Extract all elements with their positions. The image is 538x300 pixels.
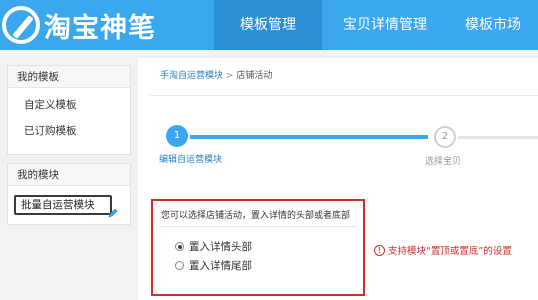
step-1-label: 编辑自运营模块: [159, 155, 223, 165]
edit-pen-icon: [108, 208, 118, 218]
radio-detail-footer[interactable]: [175, 261, 184, 270]
my-modules-panel: 我的模块 批量自运营模块: [7, 163, 131, 225]
nav-template-market[interactable]: 模板市场: [448, 0, 538, 50]
app-logo[interactable]: 淘宝神笔: [2, 4, 156, 46]
hint-note: ! 支持模块“置顶或置底”的设置: [374, 243, 512, 257]
step-2-indicator[interactable]: 2: [434, 126, 456, 148]
logo-text: 淘宝神笔: [44, 12, 156, 44]
my-templates-panel: 我的模板 自定义模板 已订购模板: [7, 65, 131, 155]
pen-logo-icon: [2, 6, 40, 44]
nav-template-management[interactable]: 模板管理: [214, 0, 322, 50]
my-modules-title: 我的模块: [8, 164, 130, 186]
nav-item-detail-management[interactable]: 宝贝详情管理: [322, 0, 448, 50]
breadcrumb: 手淘自运营模块 > 店铺活动: [160, 68, 272, 81]
step-progress-track: [458, 136, 538, 139]
warning-icon: !: [374, 244, 385, 256]
main-content: 手淘自运营模块 > 店铺活动 1 2 编辑自运营模块 选择宝贝 您可以选择店铺活…: [138, 58, 538, 300]
placement-question: 您可以选择店铺活动，置入详情的头部或者底部: [161, 211, 351, 221]
option-detail-footer-label: 置入详情尾部: [189, 260, 252, 272]
placement-options-box: 您可以选择店铺活动，置入详情的头部或者底部 置入详情头部 置入详情尾部: [151, 199, 365, 296]
step-1-indicator: 1: [166, 125, 188, 147]
box-divider: [159, 226, 357, 227]
sidebar-item-custom-templates[interactable]: 自定义模板: [8, 92, 130, 118]
breadcrumb-parent-link[interactable]: 手淘自运营模块: [160, 71, 223, 81]
step-2-label: 选择宝贝: [425, 157, 462, 167]
breadcrumb-separator: >: [225, 71, 234, 81]
batch-self-operated-module-button[interactable]: 批量自运营模块: [14, 195, 112, 215]
step-progress-bar: [190, 135, 428, 139]
option-detail-header-label: 置入详情头部: [189, 241, 252, 253]
sidebar-item-ordered-templates[interactable]: 已订购模板: [8, 118, 130, 144]
main-nav: 模板管理 宝贝详情管理 模板市场: [214, 0, 538, 50]
breadcrumb-current: 店铺活动: [236, 71, 273, 81]
divider: [150, 95, 538, 96]
option-detail-footer[interactable]: 置入详情尾部: [175, 258, 252, 273]
top-header: 淘宝神笔 模板管理 宝贝详情管理 模板市场: [0, 0, 538, 50]
hint-text: 支持模块“置顶或置底”的设置: [388, 246, 512, 257]
option-detail-header[interactable]: 置入详情头部: [175, 239, 252, 254]
radio-detail-header[interactable]: [175, 242, 184, 251]
my-templates-title: 我的模板: [8, 66, 130, 88]
